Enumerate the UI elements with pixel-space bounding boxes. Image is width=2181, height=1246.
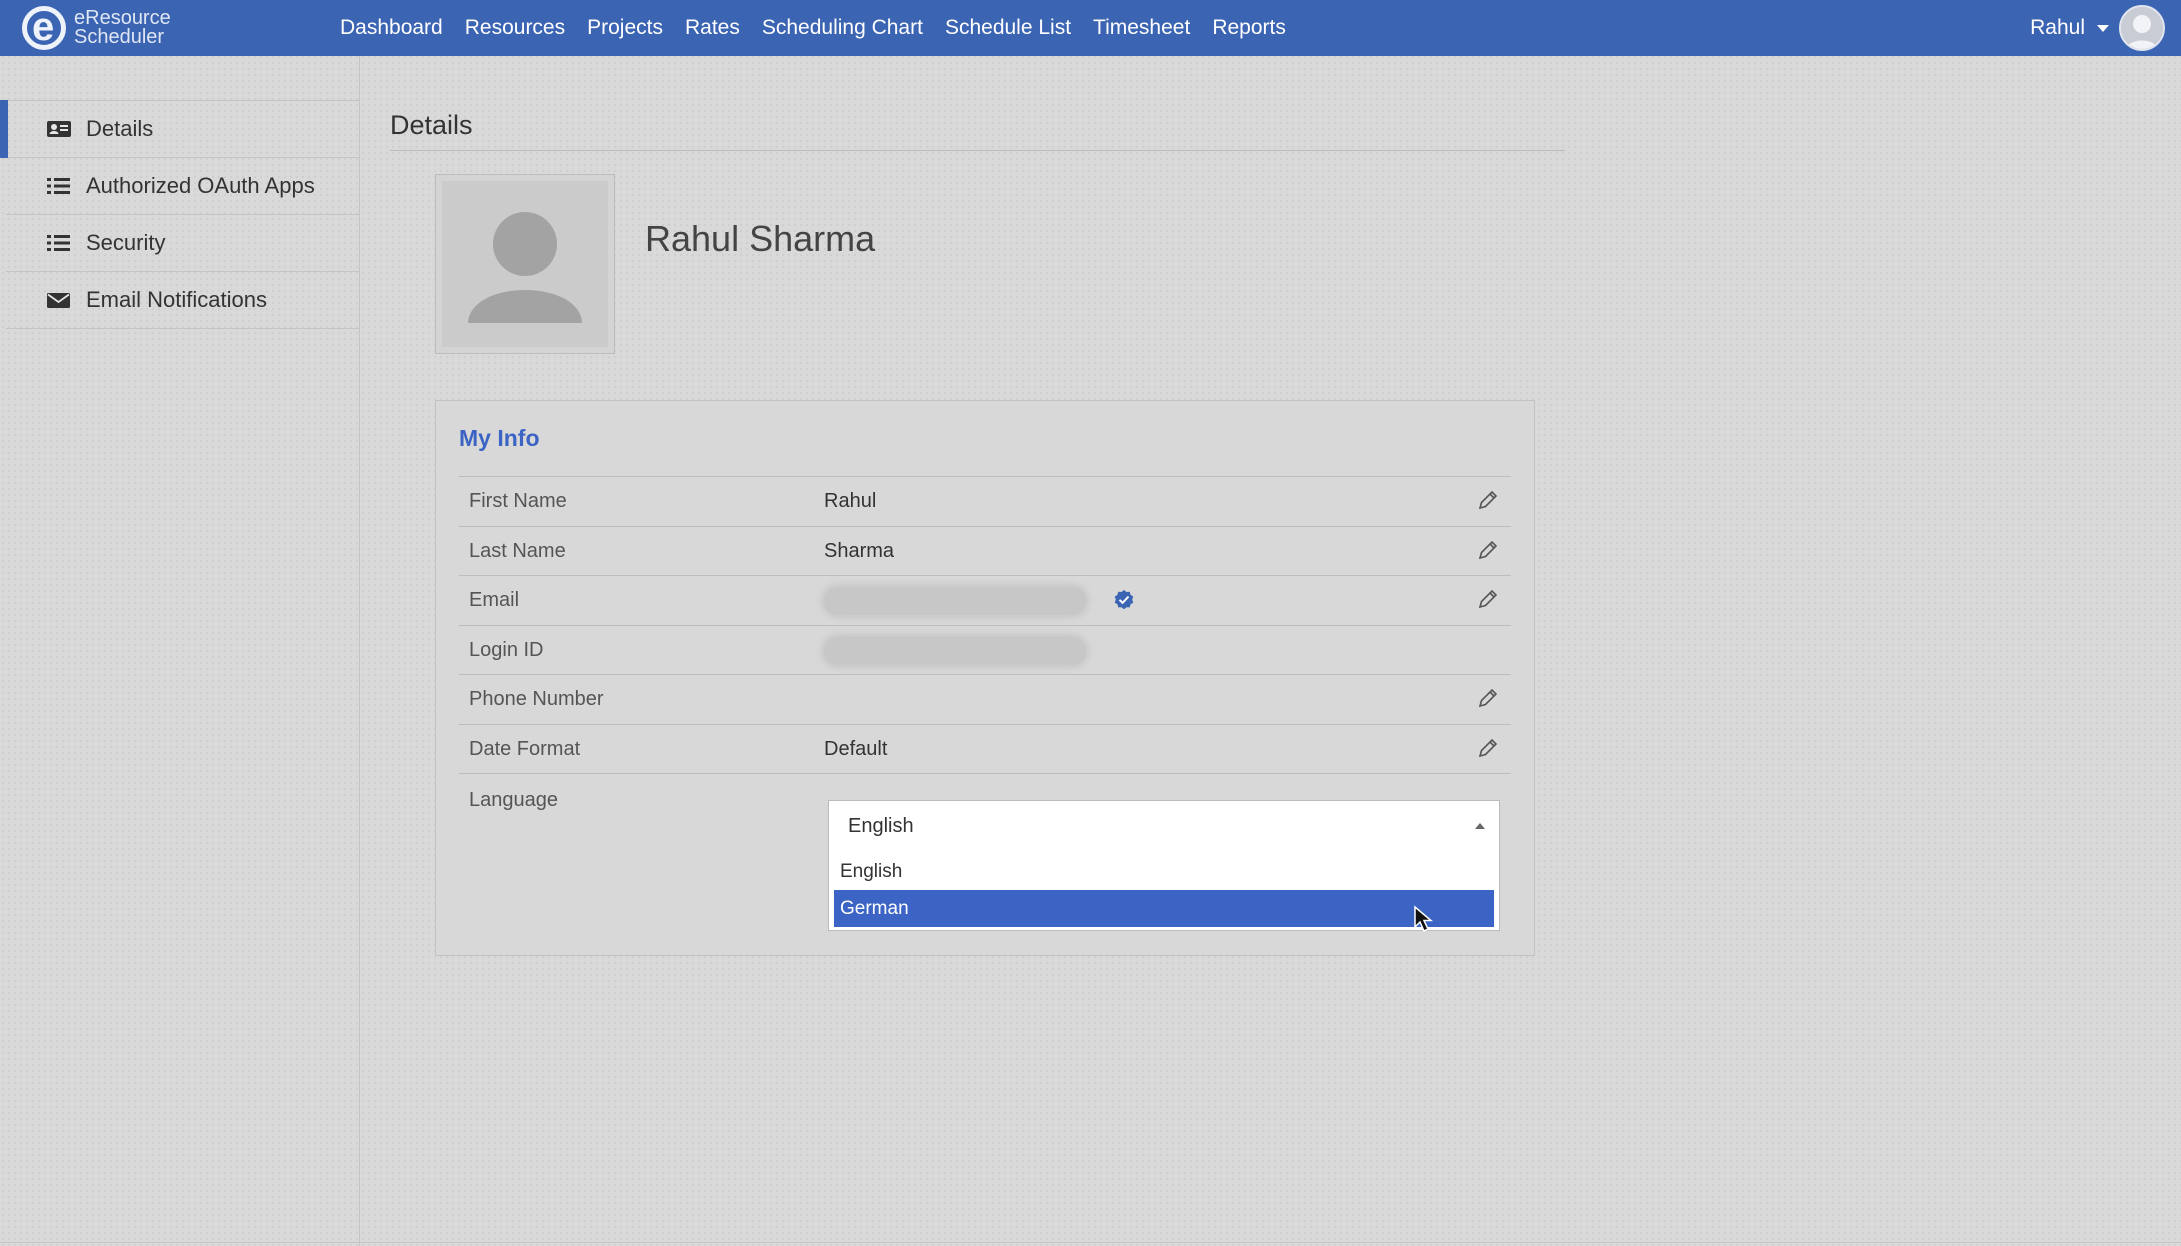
language-option-english[interactable]: English: [834, 853, 1494, 890]
sidebar-item-security[interactable]: Security: [6, 215, 360, 272]
field-label: Email: [469, 589, 520, 611]
info-row-login-id: Login ID: [459, 626, 1511, 675]
sidebar-item-label: Security: [86, 230, 166, 255]
language-select[interactable]: English: [828, 800, 1500, 853]
chevron-down-icon: [2097, 24, 2109, 32]
profile-name: Rahul Sharma: [645, 218, 876, 259]
app-logo[interactable]: eResource Scheduler: [22, 5, 171, 51]
list-icon: [47, 178, 70, 194]
login-id-value-redacted: [824, 636, 1086, 665]
field-label: First Name: [469, 490, 567, 512]
pencil-icon[interactable]: [1477, 737, 1499, 759]
info-table: First Name Rahul Last Name Sharma Email: [459, 476, 1511, 774]
pencil-icon[interactable]: [1477, 588, 1499, 610]
sidebar-item-details[interactable]: Details: [0, 100, 360, 158]
info-row-date-format: Date Format Default: [459, 725, 1511, 774]
nav-menu: Dashboard Resources Projects Rates Sched…: [340, 0, 1308, 56]
nav-item-schedule-list[interactable]: Schedule List: [945, 16, 1071, 40]
sidebar-menu: Details Authorized OAuth Apps Security E…: [0, 100, 360, 329]
profile-photo[interactable]: [435, 174, 615, 354]
language-select-value: English: [848, 815, 914, 837]
user-menu[interactable]: Rahul: [2030, 5, 2165, 51]
user-silhouette-icon: [468, 212, 582, 323]
sidebar: Details Authorized OAuth Apps Security E…: [0, 56, 360, 1246]
sidebar-item-label: Details: [86, 116, 154, 141]
pencil-icon[interactable]: [1477, 687, 1499, 709]
field-label: Login ID: [469, 638, 544, 661]
nav-item-scheduling-chart[interactable]: Scheduling Chart: [762, 16, 923, 40]
card-title: My Info: [459, 425, 540, 451]
language-option-german[interactable]: German: [834, 890, 1494, 927]
logo-text: eResource Scheduler: [74, 7, 171, 48]
info-row-email: Email: [459, 576, 1511, 626]
info-row-phone-number: Phone Number: [459, 675, 1511, 725]
sidebar-item-label: Authorized OAuth Apps: [86, 173, 315, 198]
email-value-redacted: [824, 587, 1086, 615]
envelope-icon: [47, 293, 70, 308]
nav-item-resources[interactable]: Resources: [465, 16, 565, 40]
user-name: Rahul: [2030, 16, 2085, 39]
nav-item-timesheet[interactable]: Timesheet: [1093, 16, 1190, 40]
user-silhouette-icon: [2125, 15, 2159, 49]
pencil-icon[interactable]: [1477, 489, 1499, 511]
pencil-icon[interactable]: [1477, 539, 1499, 561]
field-value: Default: [824, 737, 888, 760]
nav-item-projects[interactable]: Projects: [587, 16, 663, 40]
bottom-divider: [0, 1242, 2181, 1243]
field-label: Phone Number: [469, 688, 604, 710]
mouse-cursor-icon: [1414, 905, 1434, 933]
field-label: Date Format: [469, 737, 581, 760]
field-value: Rahul: [824, 490, 877, 512]
top-nav: eResource Scheduler Dashboard Resources …: [0, 0, 2181, 56]
nav-item-rates[interactable]: Rates: [685, 16, 740, 40]
id-card-icon: [47, 121, 71, 137]
field-label: Language: [469, 789, 558, 811]
field-label: Last Name: [469, 539, 566, 562]
sidebar-item-authorized-oauth-apps[interactable]: Authorized OAuth Apps: [6, 158, 360, 215]
page-title: Details: [390, 110, 473, 140]
field-value: Sharma: [824, 539, 895, 562]
list-icon: [47, 235, 70, 251]
logo-icon: [22, 5, 66, 50]
info-row-last-name: Last Name Sharma: [459, 527, 1511, 576]
sidebar-item-label: Email Notifications: [86, 287, 267, 312]
avatar[interactable]: [2119, 5, 2165, 51]
info-row-first-name: First Name Rahul: [459, 477, 1511, 527]
verified-badge-icon: [1114, 590, 1134, 610]
chevron-up-icon: [1475, 823, 1485, 829]
language-dropdown: English German: [828, 853, 1500, 931]
title-divider: [390, 150, 1565, 151]
nav-item-reports[interactable]: Reports: [1212, 16, 1286, 40]
nav-item-dashboard[interactable]: Dashboard: [340, 16, 443, 40]
sidebar-item-email-notifications[interactable]: Email Notifications: [6, 272, 360, 329]
